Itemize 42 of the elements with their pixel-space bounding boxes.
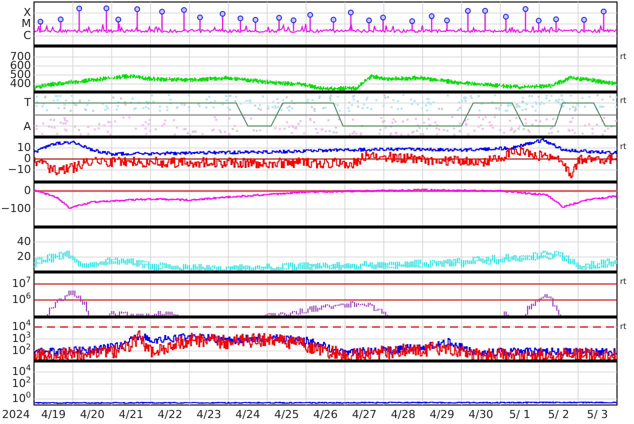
date-label: 5/ 2 (547, 407, 570, 422)
date-label: 4/29 (428, 407, 456, 422)
axis-tick-label: 0 (24, 183, 31, 198)
axis-tick-label: 40 (17, 234, 31, 249)
axis-tick-label: 10$^{4}$ (12, 319, 31, 333)
date-label: 4/22 (156, 407, 184, 422)
date-label: 4/30 (468, 407, 494, 422)
axis-tick-label: 10 (17, 140, 31, 154)
axis-note: rt (620, 276, 626, 288)
axis-note: rt (620, 51, 626, 63)
date-label: 5/ 3 (586, 407, 610, 422)
date-label: 4/19 (40, 407, 67, 422)
axis-tick-label: −10 (8, 162, 31, 177)
year-label: 2024 (1, 407, 31, 422)
date-label: 4/28 (390, 407, 417, 422)
axis-note: rt (620, 95, 626, 107)
date-label: 4/25 (273, 407, 300, 422)
axis-tick-label: 10$^{2}$ (12, 343, 31, 358)
axis-tick-label: 20 (17, 249, 31, 264)
axis-tick-label: −100 (0, 201, 31, 216)
axis-tick-label: 10$^{6}$ (12, 292, 31, 307)
date-label: 4/20 (78, 407, 106, 422)
axis-tick-label: 10$^{3}$ (12, 331, 31, 345)
date-label: 4/24 (234, 407, 262, 422)
axis-tick-label: 10$^{2}$ (12, 376, 31, 391)
date-label: 5/ 1 (508, 407, 532, 422)
axis-tick-label: 10$^{7}$ (12, 276, 31, 291)
axis-note: rt (620, 321, 626, 333)
axis-tick-label: M (22, 16, 31, 30)
date-label: 4/21 (118, 407, 144, 422)
axis-tick-label: A (23, 119, 31, 134)
axis-tick-label: 10$^{0}$ (12, 391, 31, 406)
axis-tick-label: X (23, 5, 31, 19)
axis-tick-label: 10$^{4}$ (12, 364, 31, 378)
axis-tick-label: 400 (10, 77, 31, 91)
date-label: 4/23 (196, 407, 222, 422)
axis-tick-label: C (23, 28, 31, 43)
axis-note: rt (620, 141, 626, 153)
date-label: 4/27 (350, 407, 378, 422)
axis-tick-label: 0 (24, 152, 31, 165)
axis-tick-label: T (24, 95, 31, 110)
date-label: 4/26 (312, 407, 339, 422)
